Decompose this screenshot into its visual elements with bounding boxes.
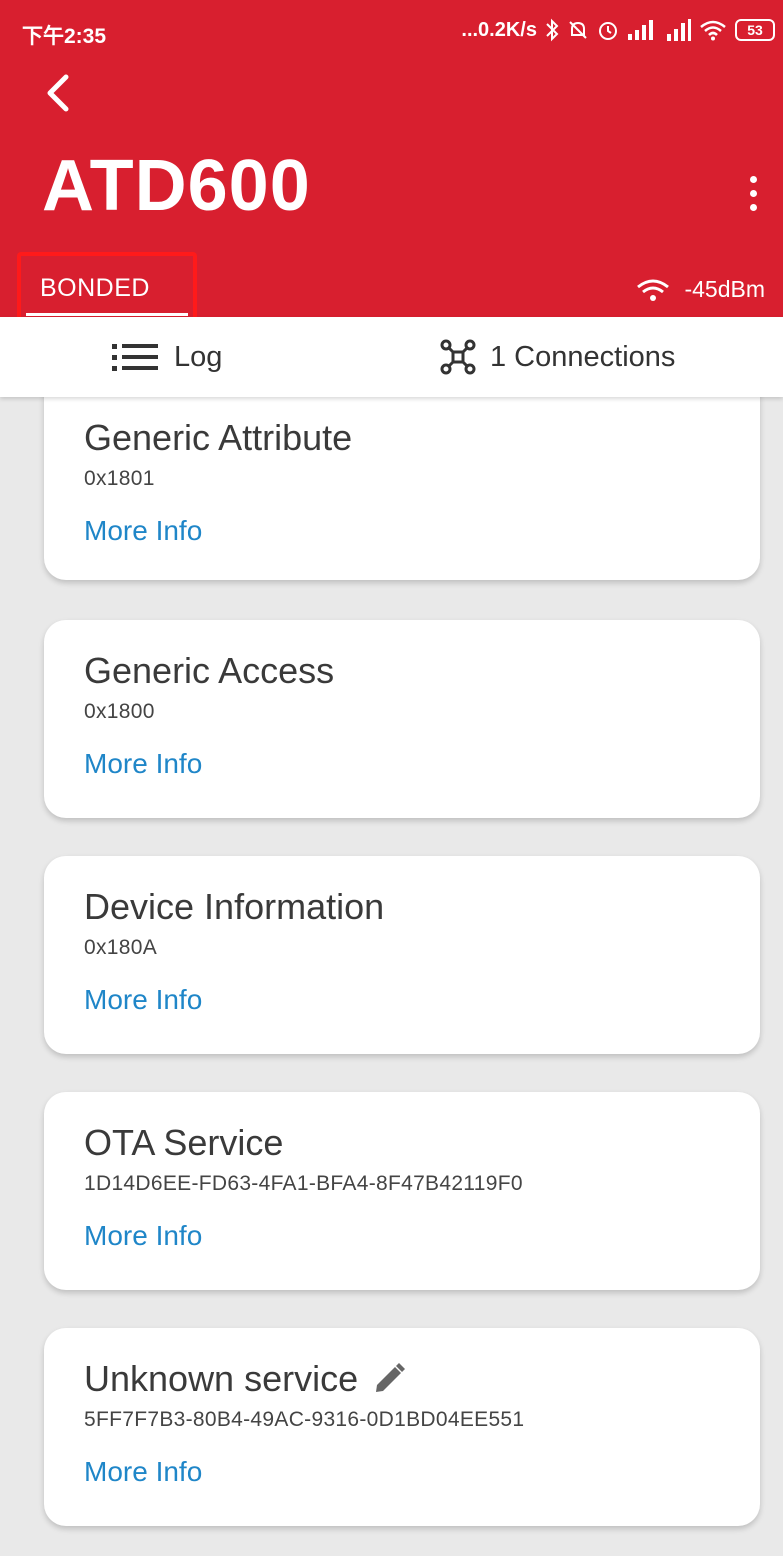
list-icon [112, 344, 158, 371]
service-name: Generic Attribute [84, 417, 353, 458]
highlight-annotation [17, 252, 197, 327]
connections-tab[interactable]: 1 Connections [440, 317, 675, 397]
service-uuid: 5FF7F7B3-80B4-49AC-9316-0D1BD04EE551 [84, 1408, 525, 1431]
app-bar: 下午2:35 ...0.2K/s 53 ATD600 BONDED -45dBm [0, 0, 783, 327]
service-name: Unknown service [84, 1358, 359, 1399]
service-card[interactable]: Device Information 0x180A More Info [44, 856, 760, 1054]
connections-tab-label: 1 Connections [490, 340, 676, 373]
app-screen: 下午2:35 ...0.2K/s 53 ATD600 BONDED -45dBm… [0, 0, 783, 1556]
more-info-link[interactable]: More Info [84, 748, 202, 780]
log-tab[interactable]: Log [112, 317, 222, 397]
status-bar: 下午2:35 ...0.2K/s 53 [0, 0, 783, 60]
chevron-left-icon [47, 74, 69, 112]
more-info-link[interactable]: More Info [84, 1456, 202, 1488]
signal-icon [628, 20, 653, 40]
rssi-indicator: -45dBm [636, 276, 765, 303]
status-icons: ...0.2K/s 53 [461, 18, 775, 42]
service-uuid: 0x1801 [84, 467, 155, 490]
service-name: Device Information [84, 886, 385, 927]
pencil-icon[interactable] [372, 1362, 406, 1396]
more-info-link[interactable]: More Info [84, 515, 202, 547]
log-tab-label: Log [174, 340, 223, 373]
alarm-icon [599, 22, 617, 40]
wifi-icon [637, 279, 670, 301]
service-uuid: 0x1800 [84, 700, 155, 723]
net-speed: ...0.2K/s [461, 18, 537, 41]
service-list: Generic Attribute 0x1801 More Info Gener… [0, 397, 783, 1556]
more-vert-icon[interactable] [741, 168, 765, 218]
service-title-row: Unknown service [84, 1358, 720, 1400]
service-name: Generic Access [84, 650, 335, 691]
rssi-value: -45dBm [684, 276, 765, 302]
wifi-status-icon [700, 20, 726, 41]
service-card[interactable]: Unknown service 5FF7F7B3-80B4-49AC-9316-… [44, 1328, 760, 1526]
back-button[interactable] [30, 66, 84, 120]
service-card[interactable]: OTA Service 1D14D6EE-FD63-4FA1-BFA4-8F47… [44, 1092, 760, 1290]
service-card[interactable]: Generic Access 0x1800 More Info [44, 620, 760, 818]
signal-hd-icon [667, 19, 691, 41]
device-name: ATD600 [42, 146, 311, 226]
status-time: 下午2:35 [22, 25, 107, 48]
connections-icon [440, 339, 476, 375]
service-uuid: 0x180A [84, 936, 158, 959]
action-tabs: Log 1 Connections [0, 317, 783, 397]
battery-indicator: 53 [735, 19, 775, 41]
bluetooth-icon [546, 18, 559, 42]
service-name: OTA Service [84, 1122, 284, 1163]
mute-icon [569, 21, 587, 39]
service-card[interactable]: Generic Attribute 0x1801 More Info [44, 397, 760, 580]
more-info-link[interactable]: More Info [84, 984, 202, 1016]
service-uuid: 1D14D6EE-FD63-4FA1-BFA4-8F47B42119F0 [84, 1172, 523, 1195]
more-info-link[interactable]: More Info [84, 1220, 202, 1252]
